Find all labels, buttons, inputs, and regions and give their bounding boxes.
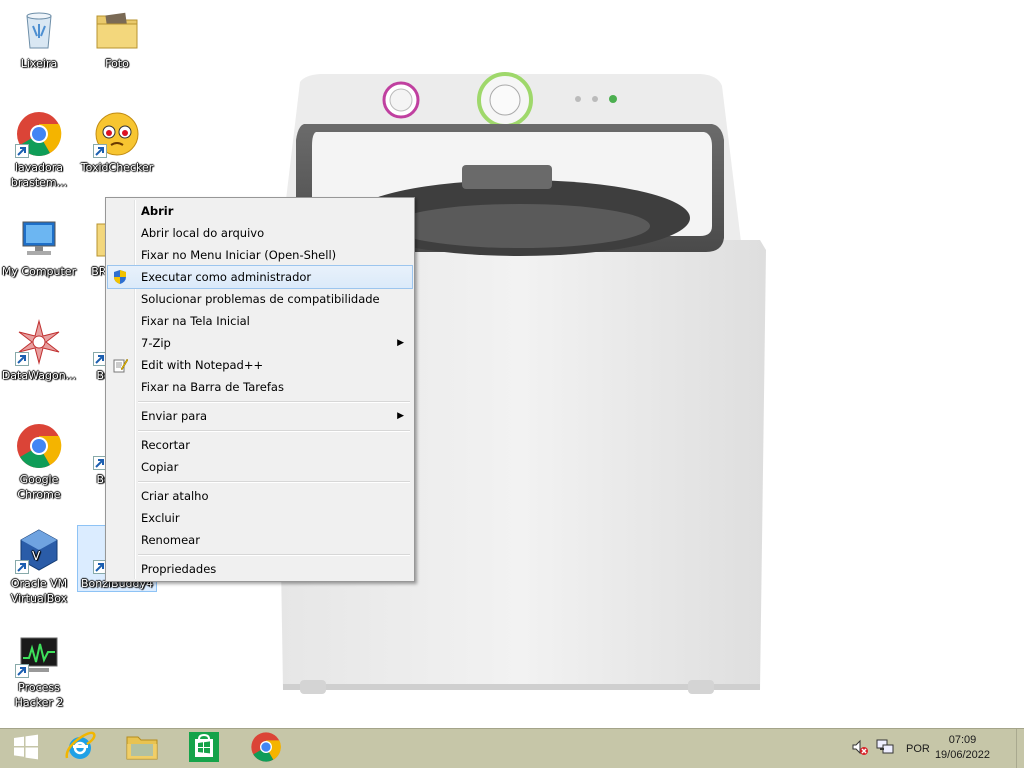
clock-date: 19/06/2022 [934, 749, 990, 761]
menu-item-fixar-menu-iniciar[interactable]: Fixar no Menu Iniciar (Open-Shell) [108, 244, 412, 266]
clock-time: 07:09 [948, 734, 977, 746]
desktop-icon-lavadora-brastemp[interactable]: lavadora brastem... [0, 110, 78, 190]
file-explorer-icon [125, 732, 159, 766]
menu-item-abrir-local[interactable]: Abrir local do arquivo [108, 222, 412, 244]
menu-item-copiar[interactable]: Copiar [108, 456, 412, 478]
taskbar-internet-explorer[interactable] [54, 730, 106, 768]
desktop-icon-process-hacker[interactable]: Process Hacker 2 [0, 630, 78, 710]
menu-item-fixar-tela-inicial[interactable]: Fixar na Tela Inicial [108, 310, 412, 332]
emoji-face-icon [93, 110, 141, 158]
shortcut-arrow-icon [93, 144, 107, 158]
context-menu: Abrir Abrir local do arquivo Fixar no Me… [105, 197, 415, 582]
process-hacker-icon [15, 630, 63, 678]
taskbar-file-explorer[interactable] [116, 730, 168, 768]
shortcut-arrow-icon [15, 352, 29, 366]
uac-shield-icon [112, 269, 128, 285]
svg-text:V: V [32, 549, 41, 563]
tray-volume[interactable] [851, 729, 869, 768]
menu-item-solucionar-problemas[interactable]: Solucionar problemas de compatibilidade [108, 288, 412, 310]
taskbar-chrome[interactable] [240, 730, 292, 768]
menu-separator [138, 478, 412, 485]
network-icon [876, 738, 894, 760]
submenu-arrow-icon: ▶ [397, 338, 404, 348]
start-button[interactable] [0, 730, 52, 768]
menu-separator [138, 427, 412, 434]
chrome-icon [15, 422, 63, 470]
menu-item-executar-como-administrador[interactable]: Executar como administrador [107, 265, 413, 289]
desktop-icon-foto[interactable]: Foto [78, 6, 156, 71]
menu-item-renomear[interactable]: Renomear [108, 529, 412, 551]
chrome-shortcut-icon [15, 110, 63, 158]
internet-explorer-icon [63, 730, 97, 768]
show-desktop-button[interactable] [1016, 729, 1024, 768]
tray-network[interactable] [876, 729, 894, 768]
my-computer-icon [15, 214, 63, 262]
desktop-icon-toxidchecker[interactable]: ToxidChecker [78, 110, 156, 175]
menu-item-fixar-barra-tarefas[interactable]: Fixar na Barra de Tarefas [108, 376, 412, 398]
chrome-icon [250, 731, 282, 767]
shortcut-arrow-icon [15, 560, 29, 574]
windows-store-icon [188, 731, 220, 767]
menu-separator [138, 551, 412, 558]
windows-start-icon [13, 734, 39, 764]
menu-item-recortar[interactable]: Recortar [108, 434, 412, 456]
desktop-icon-my-computer[interactable]: My Computer [0, 214, 78, 279]
menu-item-excluir[interactable]: Excluir [108, 507, 412, 529]
tray-language[interactable]: POR [906, 729, 930, 768]
notepad-plus-plus-icon [112, 357, 129, 373]
menu-item-enviar-para[interactable]: Enviar para ▶ [108, 405, 412, 427]
tray-clock[interactable]: 07:09 19/06/2022 [935, 733, 990, 763]
desktop-icon-lixeira[interactable]: Lixeira [0, 6, 78, 71]
menu-item-propriedades[interactable]: Propriedades [108, 558, 412, 580]
virtualbox-icon: V [15, 526, 63, 574]
datawagon-icon [15, 318, 63, 366]
taskbar-windows-store[interactable] [178, 730, 230, 768]
shortcut-arrow-icon [15, 664, 29, 678]
recycle-bin-icon [15, 6, 63, 54]
menu-separator [138, 398, 412, 405]
desktop-icon-datawagon[interactable]: DataWagon... [0, 318, 78, 383]
submenu-arrow-icon: ▶ [397, 411, 404, 421]
menu-item-edit-notepad[interactable]: Edit with Notepad++ [108, 354, 412, 376]
shortcut-arrow-icon [15, 144, 29, 158]
taskbar: POR 07:09 19/06/2022 [0, 728, 1024, 768]
desktop-icon-virtualbox[interactable]: V Oracle VM VirtualBox [0, 526, 78, 606]
menu-item-criar-atalho[interactable]: Criar atalho [108, 485, 412, 507]
menu-item-7zip[interactable]: 7-Zip ▶ [108, 332, 412, 354]
menu-item-abrir[interactable]: Abrir [108, 200, 412, 222]
volume-muted-icon [851, 738, 869, 760]
folder-icon [93, 6, 141, 54]
desktop-icon-google-chrome[interactable]: Google Chrome [0, 422, 78, 502]
